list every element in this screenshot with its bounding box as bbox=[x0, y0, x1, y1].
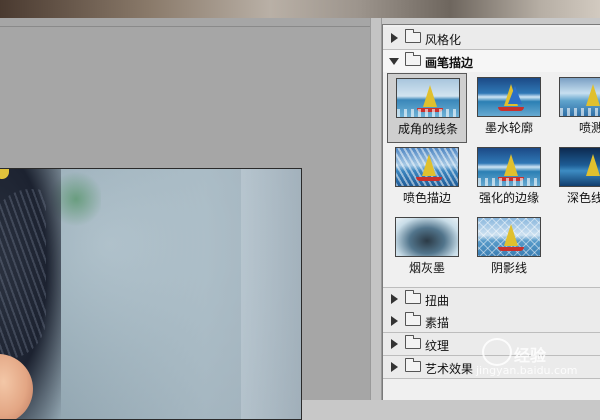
sailboat-sail-icon bbox=[508, 86, 522, 104]
category-label: 艺术效果 bbox=[425, 362, 474, 376]
sailboat-sail-icon bbox=[586, 84, 600, 106]
category-label: 素描 bbox=[425, 316, 450, 330]
folder-icon bbox=[405, 312, 421, 326]
filter-preview-thumbnail bbox=[559, 147, 600, 187]
folder-icon bbox=[405, 358, 421, 372]
sailboat-sail-icon bbox=[504, 224, 518, 246]
category-stylize[interactable]: 风格化 bbox=[383, 27, 600, 50]
filter-preview-thumbnail bbox=[396, 78, 460, 118]
sailboat-sail-icon bbox=[586, 154, 600, 176]
sailboat-hull-icon bbox=[498, 107, 524, 111]
preview-image[interactable] bbox=[0, 168, 302, 420]
category-label: 画笔描边 bbox=[425, 56, 474, 70]
preview-frame-line bbox=[0, 26, 370, 27]
category-sketch[interactable]: 素描 bbox=[383, 310, 600, 333]
filter-label: 深色线条 bbox=[566, 191, 600, 205]
background-photo-strip bbox=[0, 0, 600, 18]
sailboat-hull-icon bbox=[498, 247, 524, 251]
filter-preview-thumbnail bbox=[477, 77, 541, 117]
category-label: 扭曲 bbox=[425, 294, 450, 308]
filter-thumb-ink-outlines[interactable]: 墨水轮廓 bbox=[469, 73, 549, 143]
filter-label: 喷色描边 bbox=[402, 191, 451, 205]
panel-divider-scrollbar[interactable] bbox=[370, 18, 382, 400]
filter-label: 墨水轮廓 bbox=[484, 121, 533, 135]
filter-label: 喷溅 bbox=[578, 121, 600, 135]
folder-icon bbox=[405, 290, 421, 304]
folder-icon bbox=[405, 335, 421, 349]
paw-logo-icon bbox=[482, 338, 512, 366]
filter-preview-thumbnail bbox=[477, 217, 541, 257]
category-label: 纹理 bbox=[425, 339, 450, 353]
collapse-arrow-icon[interactable] bbox=[389, 58, 399, 65]
wave-pattern bbox=[478, 178, 540, 186]
wave-pattern bbox=[560, 108, 600, 116]
category-brush-strokes[interactable]: 画笔描边 bbox=[383, 50, 600, 72]
watermark-text: 经验 bbox=[514, 346, 547, 365]
expand-arrow-icon[interactable] bbox=[391, 316, 398, 326]
filter-label: 成角的线条 bbox=[397, 122, 458, 136]
watermark-url: jingyan.baidu.com bbox=[476, 364, 578, 377]
sailboat-hull-icon bbox=[416, 177, 442, 181]
folder-icon bbox=[405, 29, 421, 43]
filter-thumb-sprayed-strokes[interactable]: 喷色描边 bbox=[387, 143, 467, 213]
sailboat-sail-icon bbox=[423, 85, 437, 107]
filter-thumb-crosshatch[interactable]: 阴影线 bbox=[469, 213, 549, 283]
expand-arrow-icon[interactable] bbox=[391, 33, 398, 43]
folder-open-icon bbox=[405, 52, 421, 66]
filter-label: 烟灰墨 bbox=[408, 261, 445, 275]
filter-preview-thumbnail bbox=[559, 77, 600, 117]
filter-label: 强化的边缘 bbox=[478, 191, 539, 205]
filter-thumb-angled-strokes[interactable]: 成角的线条 bbox=[387, 73, 467, 143]
preview-area bbox=[0, 18, 370, 420]
expand-arrow-icon[interactable] bbox=[391, 294, 398, 304]
filter-label: 阴影线 bbox=[490, 261, 527, 275]
wave-pattern bbox=[397, 109, 459, 117]
sailboat-sail-icon bbox=[504, 154, 518, 176]
filter-thumb-accented-edges[interactable]: 强化的边缘 bbox=[469, 143, 549, 213]
filter-preview-thumbnail bbox=[395, 147, 459, 187]
filter-preview-thumbnail bbox=[477, 147, 541, 187]
category-label: 风格化 bbox=[425, 33, 462, 47]
filter-preview-thumbnail bbox=[395, 217, 459, 257]
sailboat-sail-icon bbox=[422, 154, 436, 176]
baidu-jingyan-watermark: 经验 jingyan.baidu.com bbox=[470, 338, 590, 388]
filter-thumb-spatter[interactable]: 喷溅 bbox=[551, 73, 600, 143]
light-band bbox=[241, 169, 301, 419]
filter-thumb-dark-strokes[interactable]: 深色线条 bbox=[551, 143, 600, 213]
expand-arrow-icon[interactable] bbox=[391, 339, 398, 349]
hair-strands bbox=[0, 189, 46, 359]
category-distort[interactable]: 扭曲 bbox=[383, 287, 600, 311]
expand-arrow-icon[interactable] bbox=[391, 362, 398, 372]
filter-thumb-sumi-e[interactable]: 烟灰墨 bbox=[387, 213, 467, 283]
